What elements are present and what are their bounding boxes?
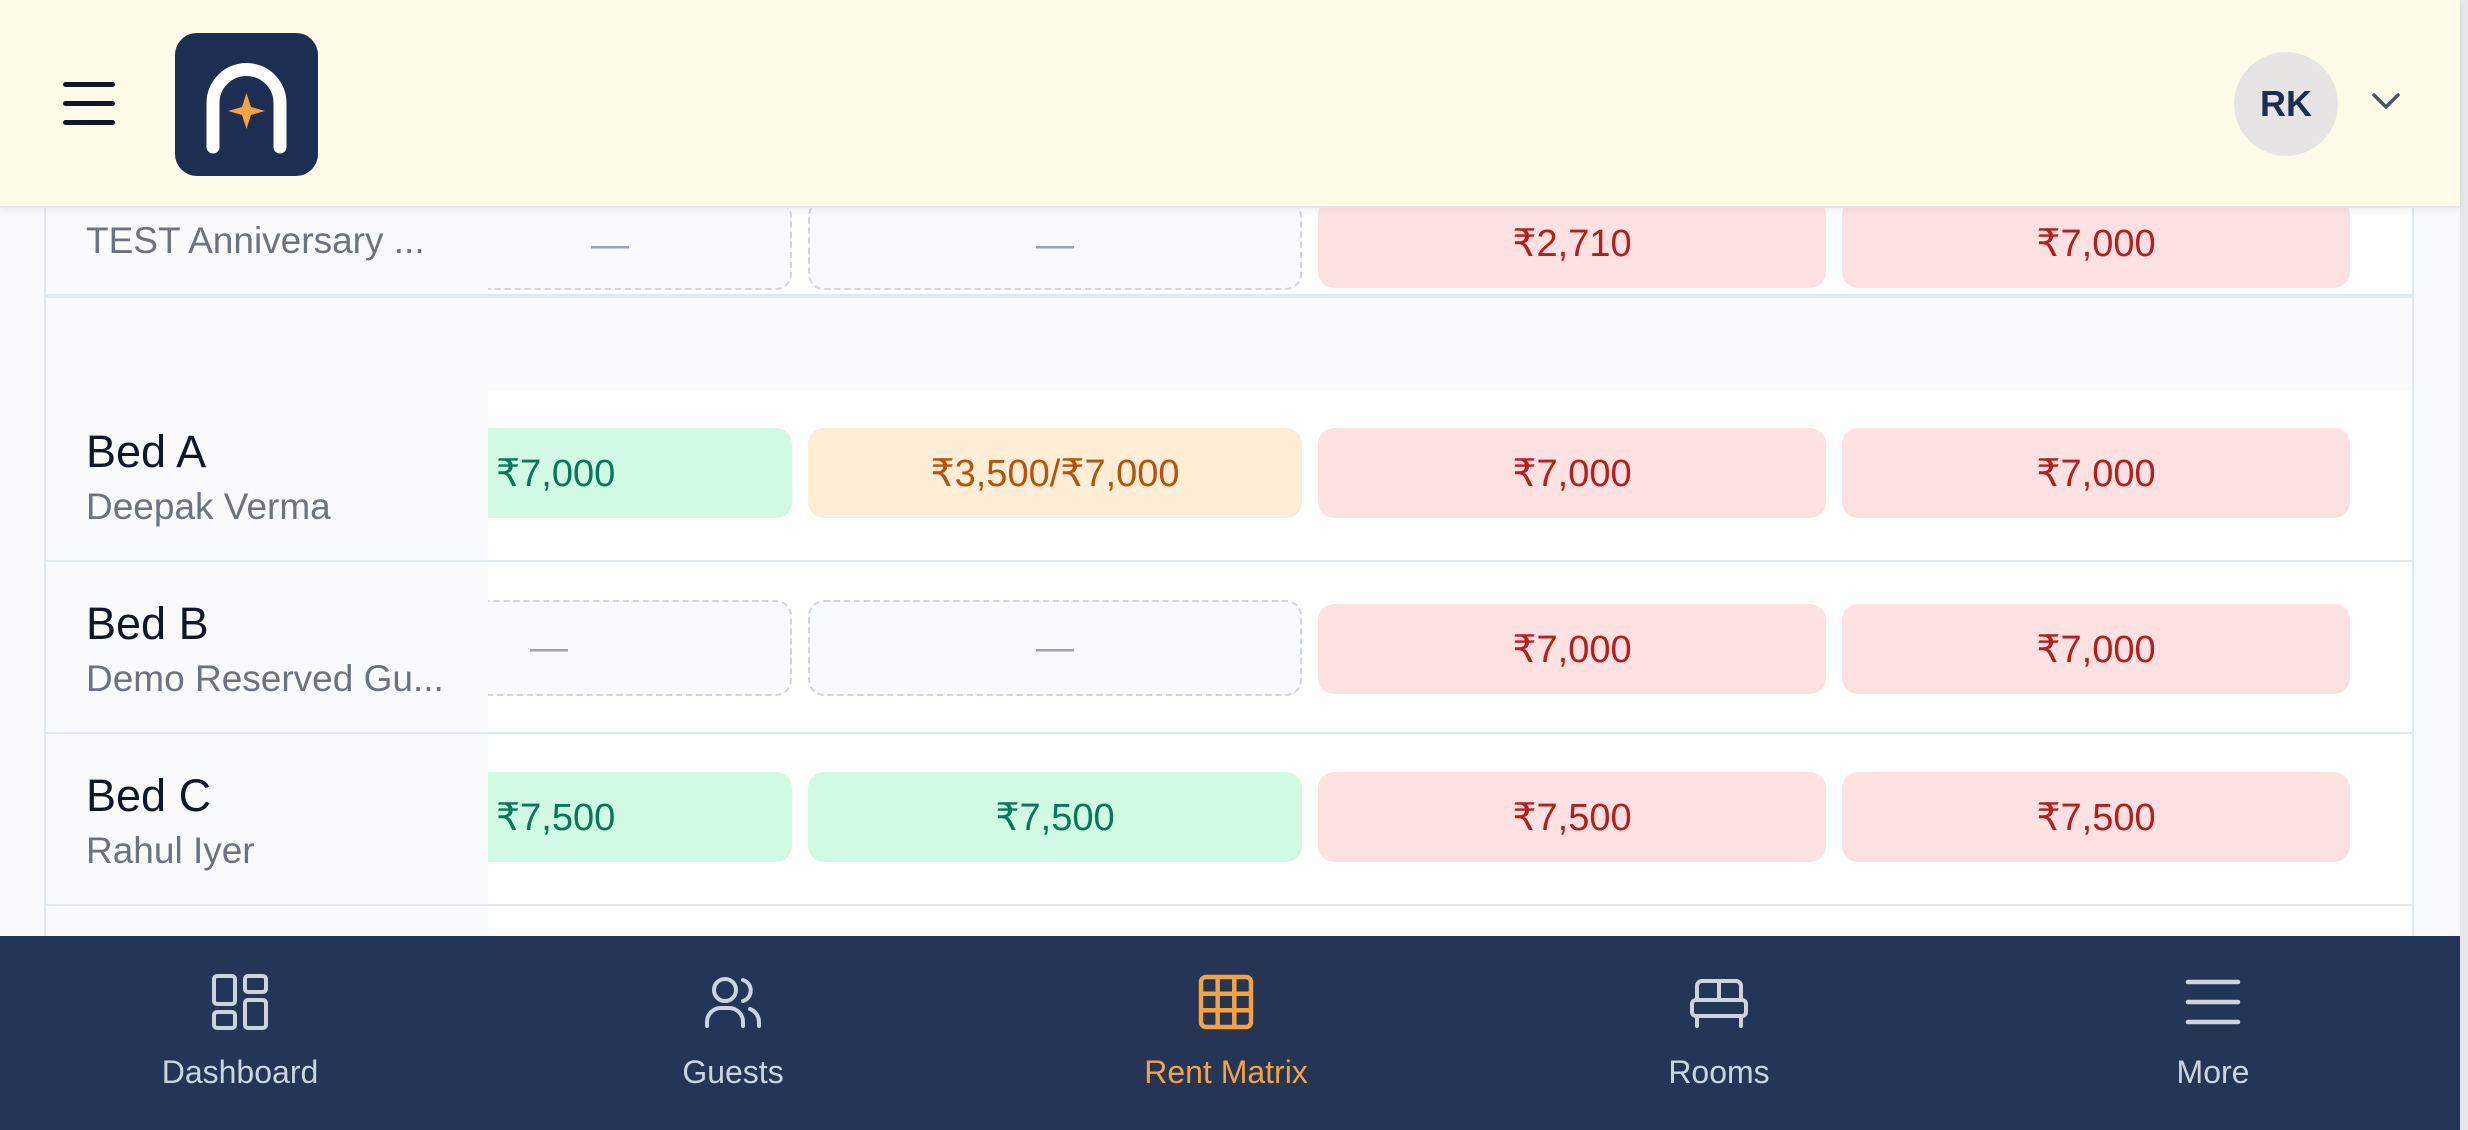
menu-lines-icon <box>2185 979 2241 1025</box>
rent-cell-due[interactable]: ₹7,000 <box>1318 428 1826 518</box>
nav-item-dashboard[interactable]: Dashboard <box>110 936 370 1130</box>
nav-item-rent-matrix[interactable]: Rent Matrix <box>1096 936 1356 1130</box>
guest-name: Deepak Verma <box>86 486 331 527</box>
rent-cell-due[interactable]: ₹7,000 <box>1842 428 2350 518</box>
nav-item-more[interactable]: More <box>2083 936 2343 1130</box>
rent-cell-due[interactable]: ₹7,000 <box>1842 198 2350 288</box>
rent-cell-due[interactable]: ₹7,000 <box>1318 604 1826 694</box>
bottom-navigation: Dashboard Guests Rent Matrix Rooms More <box>0 936 2460 1130</box>
rent-cells: ₹7,000 ₹3,500/₹7,000 ₹7,000 ₹7,000 <box>488 390 2412 560</box>
avatar-initials: RK <box>2260 83 2312 124</box>
nav-label: Dashboard <box>161 1054 319 1090</box>
guest-name: Rahul Iyer <box>86 830 255 871</box>
avatar[interactable]: RK <box>2234 52 2338 156</box>
nav-label: Guests <box>682 1054 784 1090</box>
rent-cell-value: — <box>530 626 568 669</box>
rent-cell-value: ₹7,500 <box>496 796 616 839</box>
table-row: Bed A Deepak Verma ₹7,000 ₹3,500/₹7,000 … <box>46 390 2412 562</box>
top-app-bar: RK <box>0 0 2460 208</box>
rent-cell-empty[interactable]: — <box>488 600 792 696</box>
rent-cell-empty[interactable]: — <box>488 200 792 290</box>
arch-star-logo[interactable] <box>175 33 318 176</box>
bed-name: Bed C <box>86 770 212 821</box>
bed-cell: Bed B Demo Reserved Gu... <box>46 562 488 732</box>
hamburger-menu-icon[interactable] <box>63 82 115 126</box>
bed-name: Bed B <box>86 598 209 649</box>
rent-cell-empty[interactable]: — <box>808 200 1302 290</box>
rent-cell-due[interactable]: ₹7,500 <box>1318 772 1826 862</box>
rent-cell-paid[interactable]: ₹7,500 <box>808 772 1302 862</box>
table-grid-icon <box>1198 974 1254 1030</box>
rent-cell-paid[interactable]: ₹7,500 <box>488 772 792 862</box>
guest-name: TEST Anniversary ... <box>86 220 425 261</box>
room-group-row <box>46 296 2412 392</box>
rent-cell-empty[interactable]: — <box>808 600 1302 696</box>
table-row: Bed C Rahul Iyer ₹7,500 ₹7,500 ₹7,500 ₹7… <box>46 734 2412 906</box>
rent-cell-paid[interactable]: ₹7,000 <box>488 428 792 518</box>
bed-icon <box>1690 979 1748 1028</box>
bed-cell: Bed C Rahul Iyer <box>46 734 488 904</box>
users-icon <box>705 977 761 1028</box>
table-row: Bed B Demo Reserved Gu... — — ₹7,000 ₹7,… <box>46 562 2412 734</box>
nav-label: Rent Matrix <box>1144 1054 1308 1090</box>
rent-cell-due[interactable]: ₹7,500 <box>1842 772 2350 862</box>
rent-cell-due[interactable]: ₹2,710 <box>1318 198 1826 288</box>
dashboard-grid-icon <box>212 974 268 1030</box>
nav-label: More <box>2176 1054 2250 1090</box>
nav-item-guests[interactable]: Guests <box>603 936 863 1130</box>
rent-cells: — — ₹7,000 ₹7,000 <box>488 562 2412 732</box>
rent-cell-value: ₹7,000 <box>496 452 616 495</box>
nav-label: Rooms <box>1668 1054 1770 1090</box>
scrollbar-track[interactable] <box>2460 0 2468 1130</box>
guest-name: Demo Reserved Gu... <box>86 658 444 699</box>
rent-cells: ₹7,500 ₹7,500 ₹7,500 ₹7,500 <box>488 734 2412 904</box>
rent-cell-due[interactable]: ₹7,000 <box>1842 604 2350 694</box>
chevron-down-icon[interactable] <box>2370 90 2402 117</box>
rent-cell-partial[interactable]: ₹3,500/₹7,000 <box>808 428 1302 518</box>
nav-item-rooms[interactable]: Rooms <box>1589 936 1849 1130</box>
bed-name: Bed A <box>86 426 207 477</box>
bed-cell: Bed A Deepak Verma <box>46 390 488 560</box>
rent-matrix-table: TEST Anniversary ... — — ₹2,710 ₹7,000 B… <box>44 130 2414 946</box>
